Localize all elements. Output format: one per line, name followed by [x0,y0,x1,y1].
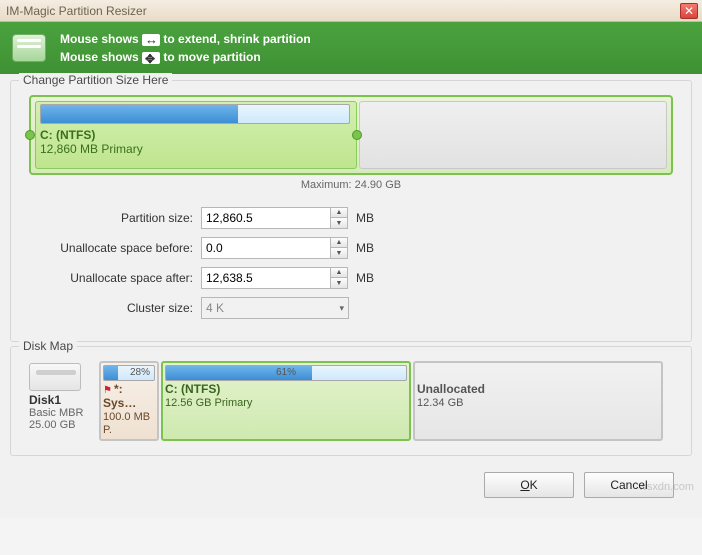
map-sys-percent: 28% [130,367,150,378]
map-c-sub: 12.56 GB Primary [165,397,407,410]
spin-down-icon[interactable]: ▼ [331,278,347,288]
title-bar: IM-Magic Partition Resizer ✕ [0,0,702,22]
disk-map-legend: Disk Map [19,339,77,353]
map-un-sub: 12.34 GB [417,397,659,410]
partition-usage-fill [41,105,238,123]
input-unalloc-after[interactable] [201,267,331,289]
spin-up-icon[interactable]: ▲ [331,268,347,278]
input-partition-size[interactable] [201,207,331,229]
spin-partition-size: ▲ ▼ [201,207,348,229]
disk-map-group: Disk Map Disk1 Basic MBR 25.00 GB 28% ⚑*… [10,346,692,456]
hint-line1-prefix: Mouse shows [60,32,139,46]
chevron-down-icon: ▾ [339,303,344,314]
row-partition-size: Partition size: ▲ ▼ MB [29,207,673,229]
disk-size: 25.00 GB [29,419,93,431]
unit-partition-size: MB [356,211,374,225]
ok-label-suffix: K [530,478,538,492]
resize-handle-left[interactable] [25,130,35,140]
disk-icon [29,363,81,391]
label-unalloc-before: Unallocate space before: [29,241,201,255]
disk-name: Disk1 [29,393,93,407]
spin-down-icon[interactable]: ▼ [331,248,347,258]
hint-line2-suffix: to move partition [163,50,260,64]
window-title: IM-Magic Partition Resizer [4,4,680,18]
flag-icon: ⚑ [103,385,112,396]
unit-unalloc-after: MB [356,271,374,285]
close-icon: ✕ [684,4,694,18]
hint-line1-suffix: to extend, shrink partition [163,32,310,46]
hint-text: Mouse shows to extend, shrink partition … [60,30,311,66]
partition-bar[interactable]: C: (NTFS) 12,860 MB Primary [29,95,673,175]
watermark: wsxdn.com [639,481,694,493]
partition-free-region[interactable] [359,101,667,169]
spin-down-icon[interactable]: ▼ [331,218,347,228]
map-sys-sub: 100.0 MB P. [103,411,155,437]
spin-up-icon[interactable]: ▲ [331,238,347,248]
resize-cursor-icon [142,34,160,46]
map-partition-unallocated[interactable]: Unallocated 12.34 GB [413,361,663,441]
change-partition-legend: Change Partition Size Here [19,73,172,87]
dialog-footer: OK Cancel [10,460,692,508]
label-unalloc-after: Unallocate space after: [29,271,201,285]
disk-info: Disk1 Basic MBR 25.00 GB [25,361,97,441]
ok-button[interactable]: OK [484,472,574,498]
size-form: Partition size: ▲ ▼ MB Unallocate space … [29,207,673,319]
map-sys-fill [104,366,118,380]
map-c-percent: 61% [166,367,406,378]
input-unalloc-before[interactable] [201,237,331,259]
label-cluster-size: Cluster size: [29,301,201,315]
map-partition-system[interactable]: 28% ⚑*: Sys… 100.0 MB P. [99,361,159,441]
drive-stack-icon [12,34,46,62]
partition-name: C: (NTFS) [40,128,350,142]
spin-unalloc-after: ▲ ▼ [201,267,348,289]
close-button[interactable]: ✕ [680,3,698,19]
unit-unalloc-before: MB [356,241,374,255]
spin-unalloc-before: ▲ ▼ [201,237,348,259]
disk-type: Basic MBR [29,407,93,419]
maximum-label: Maximum: 24.90 GB [29,179,673,191]
move-cursor-icon [142,52,160,64]
disk-map-body: Disk1 Basic MBR 25.00 GB 28% ⚑*: Sys… 10… [21,357,681,445]
label-partition-size: Partition size: [29,211,201,225]
partition-usage-bar [40,104,350,124]
change-partition-group: Change Partition Size Here C: (NTFS) 12,… [10,80,692,342]
select-cluster-value: 4 K [206,301,224,315]
spin-up-icon[interactable]: ▲ [331,208,347,218]
row-unalloc-before: Unallocate space before: ▲ ▼ MB [29,237,673,259]
hint-banner: Mouse shows to extend, shrink partition … [0,22,702,74]
partition-used-region[interactable]: C: (NTFS) 12,860 MB Primary [35,101,357,169]
partition-sub: 12,860 MB Primary [40,142,350,156]
content-area: Change Partition Size Here C: (NTFS) 12,… [0,74,702,518]
hint-line2-prefix: Mouse shows [60,50,139,64]
map-c-name: C: (NTFS) [165,382,220,396]
map-un-name: Unallocated [417,382,485,396]
row-cluster-size: Cluster size: 4 K ▾ [29,297,673,319]
row-unalloc-after: Unallocate space after: ▲ ▼ MB [29,267,673,289]
map-partition-c[interactable]: 61% C: (NTFS) 12.56 GB Primary [161,361,411,441]
select-cluster-size[interactable]: 4 K ▾ [201,297,349,319]
